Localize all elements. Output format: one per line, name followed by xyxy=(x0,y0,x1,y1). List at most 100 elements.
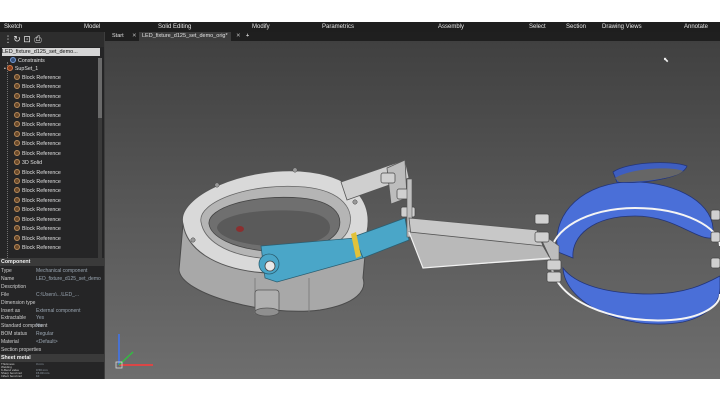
property-key: Section properties xyxy=(1,347,42,353)
lock-icon[interactable]: ⊡ xyxy=(22,34,32,44)
property-row[interactable]: File C:\Users\...\LED_... xyxy=(0,291,104,299)
block-reference-icon xyxy=(14,149,20,156)
property-key: BOM status xyxy=(1,331,28,338)
tree-item-constraints[interactable]: Constraints xyxy=(10,57,45,65)
property-value: C:\Users\...\LED_... xyxy=(36,291,80,298)
tree-item[interactable]: Block Reference xyxy=(14,121,61,129)
tree-item[interactable]: Block Reference xyxy=(14,244,61,252)
block-reference-icon xyxy=(14,111,20,118)
tree-item[interactable]: Block Reference xyxy=(14,225,61,233)
tree-item[interactable]: Block Reference xyxy=(14,234,61,243)
mounting-arm-plate[interactable] xyxy=(408,217,552,269)
tree-item-label: Block Reference xyxy=(22,75,61,81)
property-key: Extractable xyxy=(1,315,27,322)
refresh-icon[interactable]: ↻ xyxy=(12,34,22,44)
ribbon-tab-assembly[interactable]: Assembly xyxy=(438,23,464,31)
property-key: Inflect bend rad xyxy=(1,374,22,379)
property-row[interactable]: BOM status Regular xyxy=(0,330,104,338)
property-row[interactable]: Section properties xyxy=(0,346,104,354)
tree-item[interactable]: Block Reference xyxy=(14,215,61,224)
property-row[interactable]: Type Mechanical component xyxy=(0,267,104,275)
ribbon-tab-select[interactable]: Select xyxy=(529,23,546,31)
block-reference-icon xyxy=(14,206,20,213)
ribbon-tab-drawing-views[interactable]: Drawing Views xyxy=(602,23,642,31)
tree-scrollbar-thumb[interactable] xyxy=(98,58,102,118)
property-row[interactable]: Name LED_fixture_d125_set_demo xyxy=(0,275,104,283)
tree-item[interactable]: Block Reference xyxy=(14,83,61,91)
property-row[interactable]: Material <Default> xyxy=(0,338,104,346)
block-reference-icon xyxy=(14,92,20,99)
block-reference-icon xyxy=(14,74,20,80)
tree-item-label: Block Reference xyxy=(22,216,61,223)
tree-item-label: Block Reference xyxy=(22,245,61,252)
collapse-icon: ▪ xyxy=(4,66,6,72)
ribbon-tab-modify[interactable]: Modify xyxy=(252,23,270,31)
tree-item[interactable]: 3D Solid xyxy=(14,159,42,167)
sheet-metal-row[interactable]: Inflect bend rad 10 xyxy=(0,375,104,378)
properties-section-sheet-metal[interactable]: Sheet metal xyxy=(0,354,104,362)
property-key: Dimension type xyxy=(1,299,36,306)
block-reference-icon xyxy=(14,130,20,137)
block-reference-icon xyxy=(14,140,20,147)
ribbon-tab-annotate[interactable]: Annotate xyxy=(684,23,708,31)
property-value: No xyxy=(36,323,43,330)
tree-item[interactable]: Block Reference xyxy=(14,149,61,158)
tree-item[interactable]: Block Reference xyxy=(14,140,61,148)
tree-item[interactable]: Block Reference xyxy=(14,177,61,186)
property-row[interactable]: Standard component No xyxy=(0,322,104,330)
tree-item-label: Block Reference xyxy=(22,93,61,100)
block-reference-icon xyxy=(14,83,20,90)
tree-item-label: Block Reference xyxy=(22,141,61,148)
property-row[interactable]: Extractable Yes xyxy=(0,314,104,322)
tree-item-label: Block Reference xyxy=(22,112,61,119)
tree-item[interactable]: Block Reference xyxy=(14,92,61,101)
property-key: Type xyxy=(1,268,12,274)
property-value: <Default> xyxy=(36,339,58,346)
ribbon-tab-parametrics[interactable]: Parametrics xyxy=(322,23,354,31)
property-value: Regular xyxy=(36,331,54,338)
tree-item[interactable]: Block Reference xyxy=(14,130,61,139)
property-row[interactable]: Dimension type xyxy=(0,299,104,307)
block-reference-icon xyxy=(14,225,20,232)
block-reference-icon xyxy=(14,177,20,184)
properties-section-component[interactable]: Component xyxy=(0,258,104,266)
ribbon-tab-model[interactable]: Model xyxy=(84,23,100,31)
tree-item-subset[interactable]: ▪ SupSet_1 xyxy=(4,65,38,73)
pipe-clamp[interactable] xyxy=(536,162,720,325)
property-value: 10 xyxy=(36,374,40,379)
mouse-cursor-icon: ⬉ xyxy=(663,57,669,64)
block-reference-icon xyxy=(14,244,20,251)
tree-item-label: Block Reference xyxy=(22,150,61,157)
tree-item-label: Block Reference xyxy=(22,103,61,110)
ucs-axis-icon xyxy=(115,334,153,369)
property-value: LED_fixture_d125_set_demo xyxy=(36,275,101,282)
block-reference-icon xyxy=(14,102,20,109)
ribbon-tab-solid-editing[interactable]: Solid Editing xyxy=(158,23,191,31)
property-row[interactable]: Description xyxy=(0,283,104,291)
tree-item-label: Block Reference xyxy=(22,226,61,233)
tree-item-label: SupSet_1 xyxy=(14,66,39,72)
property-row[interactable]: Insert as External component xyxy=(0,307,104,315)
tree-item[interactable]: Block Reference xyxy=(14,74,61,82)
block-reference-icon xyxy=(14,187,20,194)
tree-item[interactable]: Block Reference xyxy=(14,111,61,120)
ribbon-tab-section[interactable]: Section xyxy=(566,23,586,31)
tree-item-label: Block Reference xyxy=(22,235,61,242)
block-reference-icon xyxy=(14,168,20,175)
tree-item[interactable]: Block Reference xyxy=(14,206,61,214)
ribbon-tab-sketch[interactable]: Sketch xyxy=(4,23,22,31)
property-key: Description xyxy=(1,283,27,290)
block-reference-icon xyxy=(14,159,20,166)
tree-item[interactable]: Block Reference xyxy=(14,102,61,110)
tree-item[interactable]: Block Reference xyxy=(14,168,61,177)
tree-item[interactable]: Block Reference xyxy=(14,187,61,195)
model-viewport[interactable]: Start ✕ LED_fixture_d125_set_demo_orig* … xyxy=(105,32,720,379)
print-icon[interactable]: ⎙ xyxy=(33,34,43,44)
tree-item-label: Block Reference xyxy=(22,122,61,129)
tree-root-item[interactable]: LED_fixture_d125_set_demo... xyxy=(2,48,100,56)
cable-gland[interactable] xyxy=(254,289,280,317)
tree-item-label: 3D Solid xyxy=(22,160,43,167)
property-value: External component xyxy=(36,307,81,314)
tree-item[interactable]: Block Reference xyxy=(14,196,61,205)
block-reference-icon xyxy=(14,215,20,222)
